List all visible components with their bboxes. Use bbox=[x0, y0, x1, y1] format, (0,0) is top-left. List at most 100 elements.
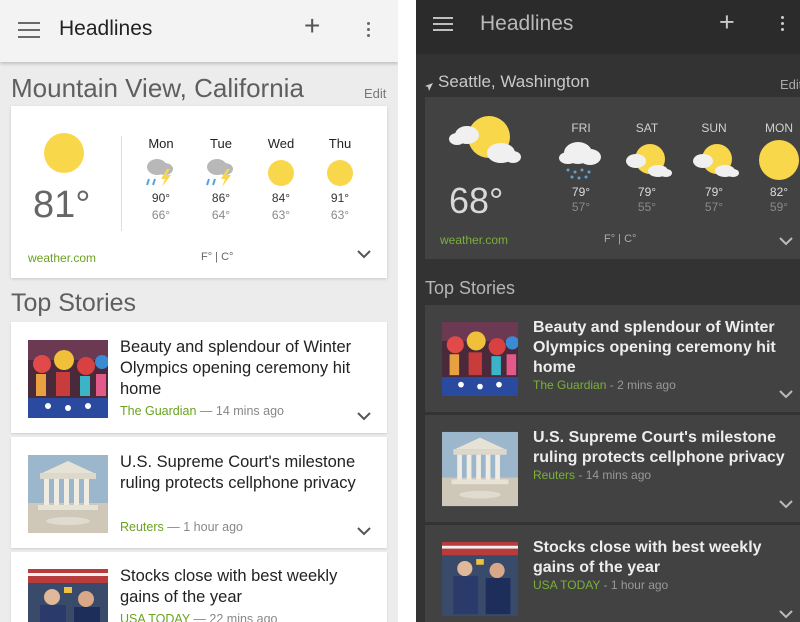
story-source[interactable]: USA TODAY bbox=[120, 612, 190, 622]
forecast-day-name: MON bbox=[765, 121, 793, 135]
story-source[interactable]: Reuters bbox=[120, 520, 164, 534]
forecast-day-name: Mon bbox=[148, 136, 174, 151]
story-headline[interactable]: Beauty and splendour of Winter Olympics … bbox=[533, 318, 791, 378]
story-thumbnail bbox=[28, 340, 108, 418]
panel-gap bbox=[398, 0, 416, 622]
forecast-day-name: Wed bbox=[267, 136, 295, 151]
forecast-low: 66° bbox=[151, 208, 171, 222]
forecast-day: FRI 79° 57° bbox=[556, 121, 606, 214]
sunny-icon bbox=[259, 155, 303, 189]
forecast-low: 63° bbox=[330, 208, 350, 222]
story-card[interactable]: U.S. Supreme Court's milestone ruling pr… bbox=[425, 415, 800, 522]
forecast-high: 90° bbox=[151, 191, 171, 205]
story-source[interactable]: USA TODAY bbox=[533, 578, 600, 592]
forecast-day: Tue 86° 64° bbox=[199, 136, 243, 222]
story-source[interactable]: The Guardian bbox=[120, 404, 196, 418]
app-title: Headlines bbox=[59, 17, 153, 40]
app-title: Headlines bbox=[480, 12, 574, 35]
forecast-day-name: SAT bbox=[635, 121, 659, 135]
story-meta: The Guardian — 14 mins ago bbox=[120, 404, 284, 418]
chevron-down-icon[interactable] bbox=[354, 408, 374, 424]
forecast-low: 64° bbox=[211, 208, 231, 222]
partly-cloudy-icon bbox=[449, 115, 521, 172]
forecast-day-name: FRI bbox=[571, 121, 591, 135]
weather-card[interactable]: 81° Mon 90° 66° Tue 86° 64° Wed 84° 63° bbox=[11, 106, 387, 278]
thunderstorm-icon bbox=[139, 155, 183, 189]
story-thumbnail bbox=[442, 541, 518, 617]
forecast-low: 59° bbox=[769, 200, 789, 214]
rain-icon bbox=[556, 139, 606, 181]
story-card[interactable]: Beauty and splendour of Winter Olympics … bbox=[425, 305, 800, 412]
forecast-high: 82° bbox=[769, 185, 789, 199]
weather-source-link[interactable]: weather.com bbox=[28, 251, 96, 265]
location-arrow-icon bbox=[425, 78, 433, 91]
forecast-high: 84° bbox=[271, 191, 291, 205]
dark-theme-screen: Headlines + Seattle, Washington Edit 68°… bbox=[416, 0, 800, 622]
section-title-top-stories: Top Stories bbox=[11, 289, 137, 317]
overflow-menu-icon[interactable] bbox=[367, 22, 371, 40]
chevron-down-icon[interactable] bbox=[777, 387, 795, 401]
edit-button[interactable]: Edit bbox=[780, 77, 800, 92]
unit-toggle[interactable]: F° | C° bbox=[604, 233, 636, 245]
forecast-high: 91° bbox=[330, 191, 350, 205]
forecast-day: Mon 90° 66° bbox=[139, 136, 183, 222]
story-thumbnail bbox=[442, 321, 518, 397]
forecast-day: Wed 84° 63° bbox=[259, 136, 303, 222]
forecast-high: 86° bbox=[211, 191, 231, 205]
add-icon[interactable]: + bbox=[719, 9, 735, 36]
chevron-down-icon[interactable] bbox=[777, 234, 795, 248]
partly-cloudy-icon bbox=[622, 139, 672, 181]
story-source[interactable]: The Guardian bbox=[533, 378, 606, 392]
divider bbox=[121, 136, 122, 231]
story-meta: Reuters - 14 mins ago bbox=[533, 468, 652, 482]
forecast-day-name: Thu bbox=[328, 136, 352, 151]
sunny-icon bbox=[318, 155, 362, 189]
edit-button[interactable]: Edit bbox=[364, 86, 386, 101]
forecast-day: SAT 79° 55° bbox=[622, 121, 672, 214]
current-temperature: 68° bbox=[449, 180, 504, 221]
app-bar: Headlines + bbox=[416, 0, 800, 54]
add-icon[interactable]: + bbox=[304, 12, 320, 40]
chevron-down-icon[interactable] bbox=[777, 497, 795, 511]
current-temperature: 81° bbox=[33, 184, 91, 226]
story-headline[interactable]: U.S. Supreme Court's milestone ruling pr… bbox=[533, 428, 791, 468]
story-time: 1 hour ago bbox=[610, 578, 669, 592]
story-card[interactable]: Beauty and splendour of Winter Olympics … bbox=[11, 322, 387, 433]
forecast-day: SUN 79° 57° bbox=[689, 121, 739, 214]
chevron-down-icon[interactable] bbox=[354, 523, 374, 539]
forecast-low: 63° bbox=[271, 208, 291, 222]
story-time: 1 hour ago bbox=[183, 520, 244, 534]
story-thumbnail bbox=[442, 431, 518, 507]
story-time: 14 mins ago bbox=[215, 404, 284, 418]
hamburger-menu-icon[interactable] bbox=[433, 17, 453, 33]
story-card[interactable]: Stocks close with best weekly gains of t… bbox=[425, 525, 800, 622]
story-card[interactable]: U.S. Supreme Court's milestone ruling pr… bbox=[11, 437, 387, 548]
story-headline[interactable]: Stocks close with best weekly gains of t… bbox=[120, 566, 372, 608]
overflow-menu-icon[interactable] bbox=[781, 16, 785, 34]
forecast-high: 79° bbox=[637, 185, 657, 199]
story-time: 22 mins ago bbox=[209, 612, 278, 622]
story-meta: Reuters — 1 hour ago bbox=[120, 520, 244, 534]
forecast-day-name: SUN bbox=[701, 121, 727, 135]
story-source[interactable]: Reuters bbox=[533, 468, 575, 482]
light-theme-screen: Headlines + Mountain View, California Ed… bbox=[0, 0, 398, 622]
weather-source-link[interactable]: weather.com bbox=[440, 233, 508, 247]
forecast-day: Thu 91° 63° bbox=[318, 136, 362, 222]
thunderstorm-icon bbox=[199, 155, 243, 189]
story-meta: The Guardian - 2 mins ago bbox=[533, 378, 676, 392]
story-card[interactable]: Stocks close with best weekly gains of t… bbox=[11, 552, 387, 622]
story-headline[interactable]: Beauty and splendour of Winter Olympics … bbox=[120, 337, 372, 400]
sunny-icon bbox=[44, 133, 84, 173]
chevron-down-icon[interactable] bbox=[354, 246, 374, 262]
chevron-down-icon[interactable] bbox=[777, 607, 795, 621]
unit-toggle[interactable]: F° | C° bbox=[201, 251, 233, 263]
forecast-day: MON 82° 59° bbox=[754, 121, 800, 214]
partly-cloudy-icon bbox=[689, 139, 739, 181]
forecast-high: 79° bbox=[571, 185, 591, 199]
story-thumbnail bbox=[28, 455, 108, 533]
story-headline[interactable]: U.S. Supreme Court's milestone ruling pr… bbox=[120, 452, 372, 494]
story-meta: USA TODAY — 22 mins ago bbox=[120, 612, 278, 622]
hamburger-menu-icon[interactable] bbox=[18, 22, 40, 40]
weather-card[interactable]: 68° FRI 79° 57° SAT 79° 55° SUN 79° 57° bbox=[425, 97, 800, 259]
story-headline[interactable]: Stocks close with best weekly gains of t… bbox=[533, 538, 791, 578]
